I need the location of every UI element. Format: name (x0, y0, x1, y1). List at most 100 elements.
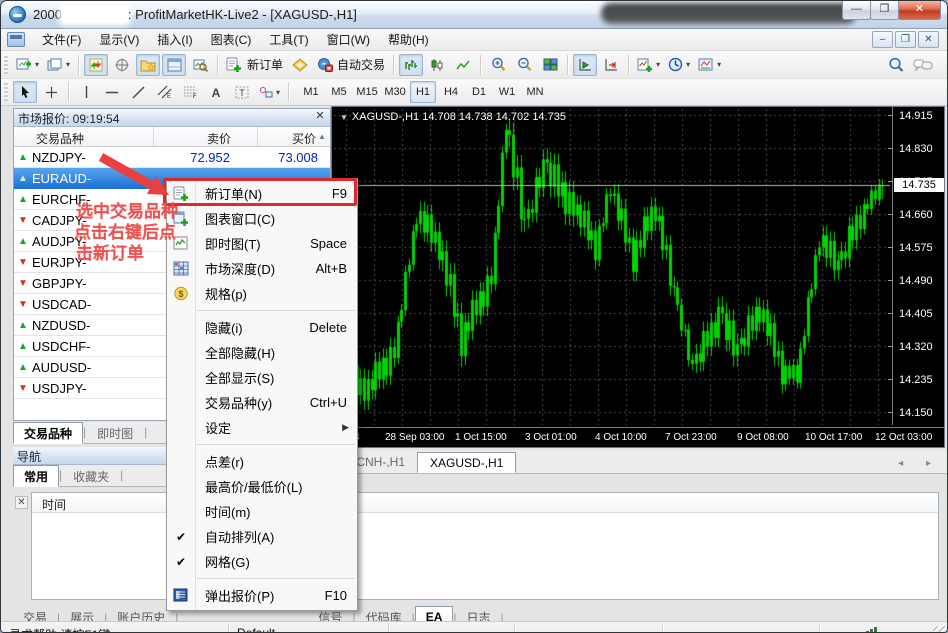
column-buy[interactable]: 买价 (258, 127, 318, 146)
menu-6[interactable]: 帮助(H) (379, 28, 438, 51)
tab-scroll-arrows[interactable]: ◂ ▸ (898, 458, 941, 469)
toolbar-grip[interactable] (4, 83, 8, 101)
timeframe-h1[interactable]: H1 (410, 81, 436, 103)
mdi-close-button[interactable]: ✕ (918, 31, 939, 48)
context-menu-item-3[interactable]: 市场深度(D)Alt+B (167, 256, 357, 281)
time-axis[interactable]: 201828 Sep 03:001 Oct 15:003 Oct 01:004 … (332, 427, 944, 447)
menu-5[interactable]: 窗口(W) (318, 28, 379, 51)
timeframe-m5[interactable]: M5 (326, 81, 352, 103)
dropdown-arrow-icon[interactable]: ▾ (35, 60, 39, 69)
shapes-button[interactable]: ▾ (256, 81, 283, 103)
zoom-in-button[interactable] (486, 54, 510, 76)
vertical-line-button[interactable] (74, 81, 98, 103)
context-menu-item-15[interactable]: ✔自动排列(A) (167, 524, 357, 549)
menu-separator (197, 578, 355, 579)
bar-chart-button[interactable] (399, 54, 423, 76)
cursor-button[interactable] (13, 81, 37, 103)
text-label-button[interactable]: T (230, 81, 254, 103)
timeframe-m15[interactable]: M15 (354, 81, 380, 103)
menu-3[interactable]: 图表(C) (202, 28, 261, 51)
strategy-tester-button[interactable] (188, 54, 212, 76)
timeframe-w1[interactable]: W1 (494, 81, 520, 103)
text-button[interactable]: A (204, 81, 228, 103)
trendline-button[interactable] (126, 81, 150, 103)
timeframe-mn[interactable]: MN (522, 81, 548, 103)
autotrading-button[interactable]: 自动交易 (314, 54, 388, 76)
chat-button[interactable] (910, 54, 936, 76)
mdi-minimize-button[interactable]: – (872, 31, 893, 48)
context-menu-item-8[interactable]: 全部显示(S) (167, 365, 357, 390)
market-watch-tab-交易品种[interactable]: 交易品种 (13, 422, 83, 444)
navigator-tab-收藏夹[interactable]: 收藏夹 (62, 465, 120, 487)
context-menu-item-10[interactable]: 设定▶ (167, 415, 357, 440)
timeframe-m30[interactable]: M30 (382, 81, 408, 103)
profiles-button[interactable]: ▾ (44, 54, 73, 76)
timeframe-d1[interactable]: D1 (466, 81, 492, 103)
data-window-button[interactable] (110, 54, 134, 76)
chart-shift-toggle[interactable] (599, 54, 623, 76)
context-menu-item-9[interactable]: 交易品种(y)Ctrl+U (167, 390, 357, 415)
context-menu-item-13[interactable]: 最高价/最低价(L) (167, 474, 357, 499)
status-profile[interactable]: Default (229, 625, 389, 633)
auto-scroll-toggle[interactable] (573, 54, 597, 76)
menu-1[interactable]: 显示(V) (90, 28, 148, 51)
context-menu-item-12[interactable]: 点差(r) (167, 449, 357, 474)
context-menu-item-1[interactable]: 图表窗口(C) (167, 206, 357, 231)
zoom-out-button[interactable] (512, 54, 536, 76)
candlestick-button[interactable] (425, 54, 449, 76)
market-watch-toggle[interactable] (84, 54, 108, 76)
chevron-down-icon[interactable]: ▼ (340, 113, 348, 122)
window-maximize-button[interactable]: ❐ (870, 1, 899, 20)
dropdown-arrow-icon[interactable]: ▾ (686, 60, 690, 69)
context-menu-item-7[interactable]: 全部隐藏(H) (167, 340, 357, 365)
tile-windows-button[interactable] (538, 54, 562, 76)
terminal-toggle[interactable] (162, 54, 186, 76)
resize-grip[interactable] (933, 626, 947, 633)
close-icon[interactable]: ✕ (15, 496, 28, 509)
templates-button[interactable]: ▾ (695, 54, 724, 76)
context-menu-item-2[interactable]: 即时图(T)Space (167, 231, 357, 256)
menu-2[interactable]: 插入(I) (148, 28, 201, 51)
context-menu-item-4[interactable]: $规格(p) (167, 281, 357, 306)
dropdown-arrow-icon[interactable]: ▾ (656, 60, 660, 69)
window-minimize-button[interactable]: — (842, 1, 871, 20)
menu-4[interactable]: 工具(T) (260, 28, 317, 51)
price-axis[interactable]: 14.91514.83014.74514.66014.57514.49014.4… (892, 107, 944, 425)
metaeditor-button[interactable] (288, 54, 312, 76)
new-chart-button[interactable]: ▾ (13, 54, 42, 76)
market-watch-row-nzdjpy[interactable]: ▲NZDJPY-72.95273.008 (14, 147, 330, 168)
context-menu-item-6[interactable]: 隐藏(i)Delete (167, 315, 357, 340)
search-button[interactable] (884, 54, 908, 76)
vline-icon (82, 85, 91, 99)
context-menu-item-14[interactable]: 时间(m) (167, 499, 357, 524)
fibonacci-button[interactable]: F (178, 81, 202, 103)
mdi-restore-button[interactable]: ❐ (895, 31, 916, 48)
navigator-tab-常用[interactable]: 常用 (13, 465, 59, 487)
column-sell[interactable]: 卖价 (154, 127, 258, 146)
line-chart-button[interactable] (451, 54, 475, 76)
periods-button[interactable]: ▾ (665, 54, 693, 76)
navigator-toggle[interactable] (136, 54, 160, 76)
price-chart[interactable] (334, 109, 890, 425)
chart-tab-xagusdh1[interactable]: XAGUSD-,H1 (417, 452, 516, 473)
indicators-button[interactable]: ▾ (634, 54, 663, 76)
context-menu-item-18[interactable]: 弹出报价(P)F10 (167, 583, 357, 608)
new-order-button[interactable]: 新订单 (223, 54, 286, 76)
channel-button[interactable]: E (152, 81, 176, 103)
menu-0[interactable]: 文件(F) (33, 28, 90, 51)
column-symbol[interactable]: 交易品种 (14, 127, 154, 146)
timeframe-h4[interactable]: H4 (438, 81, 464, 103)
crosshair-button[interactable] (39, 81, 63, 103)
horizontal-line-button[interactable] (100, 81, 124, 103)
toolbar-grip[interactable] (4, 56, 8, 74)
market-watch-tab-即时图[interactable]: 即时图 (86, 422, 144, 444)
scroll-up-icon[interactable]: ▲ (318, 127, 330, 146)
dropdown-arrow-icon[interactable]: ▾ (276, 88, 280, 97)
dropdown-arrow-icon[interactable]: ▾ (66, 60, 70, 69)
timeframe-m1[interactable]: M1 (298, 81, 324, 103)
context-menu-item-0[interactable]: 新订单(N)F9 (167, 181, 357, 206)
window-close-button[interactable]: ✕ (898, 1, 941, 20)
context-menu-item-16[interactable]: ✔网格(G) (167, 549, 357, 574)
close-icon[interactable]: ✕ (313, 110, 327, 124)
dropdown-arrow-icon[interactable]: ▾ (717, 60, 721, 69)
